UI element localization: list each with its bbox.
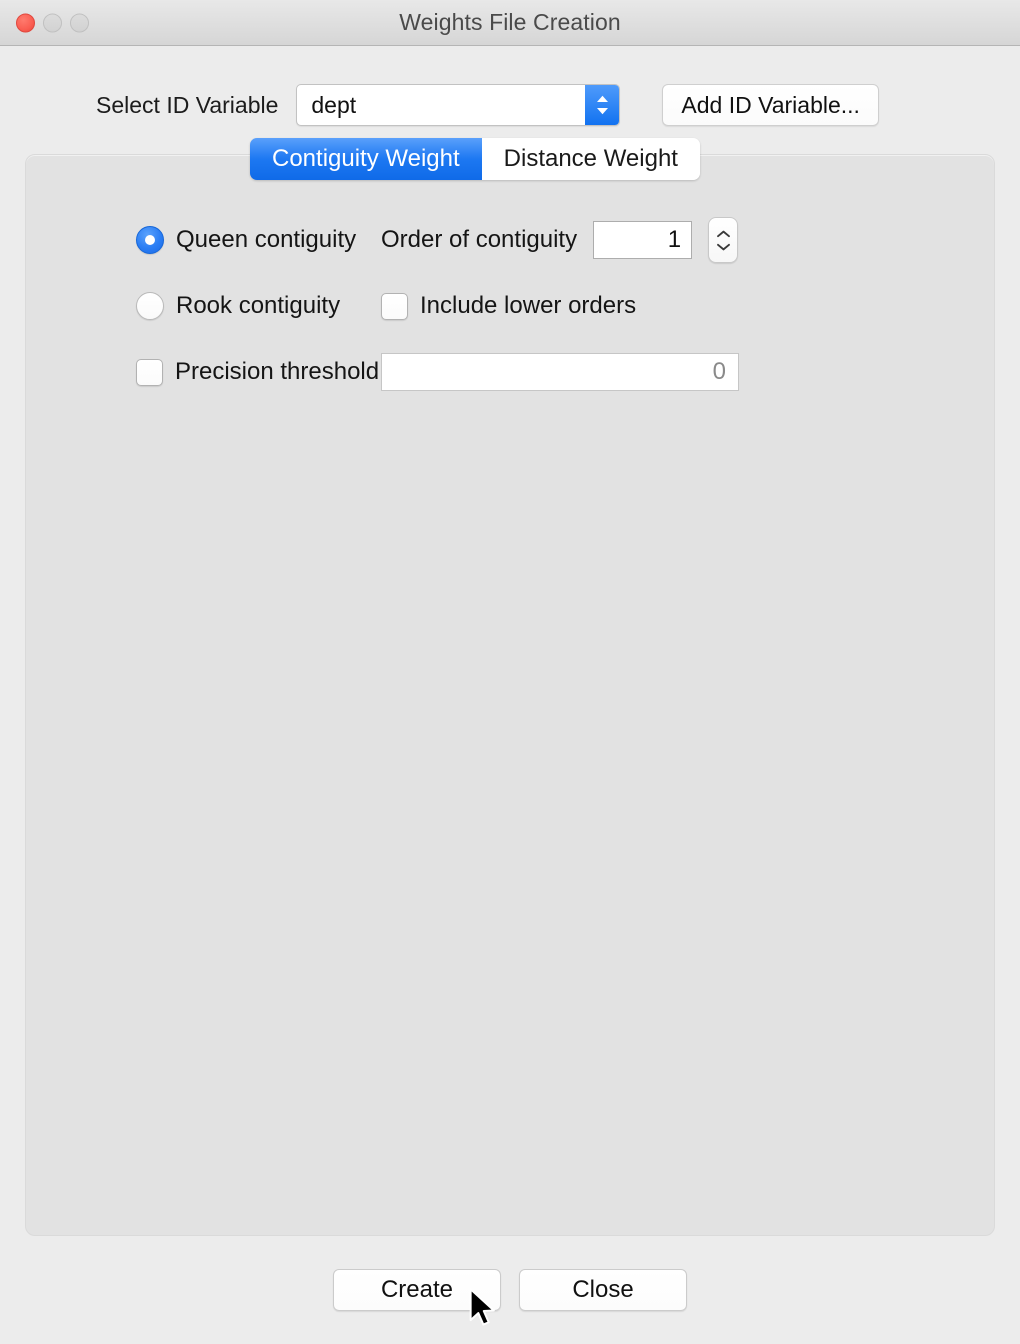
minimize-window-button[interactable] (43, 13, 62, 32)
close-window-button[interactable] (16, 13, 35, 32)
precision-threshold-input[interactable]: 0 (381, 353, 739, 391)
id-variable-dropdown[interactable]: dept (296, 84, 621, 126)
chevron-up-down-icon[interactable] (585, 85, 620, 125)
add-id-variable-button[interactable]: Add ID Variable... (662, 84, 879, 126)
queen-contiguity-row: Queen contiguity Order of contiguity 1 (26, 217, 994, 263)
zoom-window-button[interactable] (70, 13, 89, 32)
order-of-contiguity-label: Order of contiguity (381, 226, 578, 253)
order-of-contiguity-input[interactable]: 1 (593, 221, 693, 259)
tab-bar: Contiguity Weight Distance Weight (250, 138, 700, 180)
create-button[interactable]: Create (333, 1269, 501, 1311)
contiguity-options: Queen contiguity Order of contiguity 1 R… (26, 155, 994, 395)
window-title: Weights File Creation (399, 9, 621, 35)
precision-threshold-option[interactable]: Precision threshold (26, 358, 381, 386)
weights-file-creation-window: Weights File Creation Select ID Variable… (0, 0, 1020, 1344)
precision-threshold-label: Precision threshold (175, 358, 380, 385)
contiguity-weight-panel: Queen contiguity Order of contiguity 1 R… (25, 154, 995, 1236)
rook-contiguity-label: Rook contiguity (176, 292, 341, 319)
dialog-footer: Create Close (0, 1236, 1020, 1344)
title-bar: Weights File Creation (0, 0, 1020, 46)
id-variable-selected-value: dept (311, 91, 357, 118)
rook-contiguity-row: Rook contiguity Include lower orders (26, 283, 994, 329)
stepper-up-icon (716, 230, 730, 237)
rook-contiguity-option[interactable]: Rook contiguity (26, 292, 381, 320)
order-of-contiguity-stepper[interactable] (708, 217, 739, 263)
close-button[interactable]: Close (519, 1269, 687, 1311)
queen-contiguity-option[interactable]: Queen contiguity (26, 226, 381, 254)
radio-queen-contiguity[interactable] (136, 226, 164, 254)
precision-value-group: 0 (381, 349, 739, 395)
id-variable-row: Select ID Variable dept Add ID Variable.… (0, 46, 1020, 126)
include-lower-orders-label: Include lower orders (420, 292, 637, 319)
order-of-contiguity-group: Order of contiguity 1 (381, 217, 739, 263)
checkbox-include-lower-orders[interactable] (381, 292, 408, 320)
checkbox-precision-threshold[interactable] (136, 358, 163, 386)
queen-contiguity-label: Queen contiguity (176, 226, 357, 253)
tab-distance-weight[interactable]: Distance Weight (481, 138, 700, 180)
precision-threshold-row: Precision threshold 0 (26, 349, 994, 395)
stepper-down-icon (716, 243, 730, 250)
include-lower-orders-option[interactable]: Include lower orders (381, 292, 636, 320)
traffic-lights (16, 13, 89, 32)
radio-rook-contiguity[interactable] (136, 292, 164, 320)
select-id-variable-label: Select ID Variable (96, 91, 279, 118)
tab-contiguity-weight[interactable]: Contiguity Weight (250, 138, 482, 180)
